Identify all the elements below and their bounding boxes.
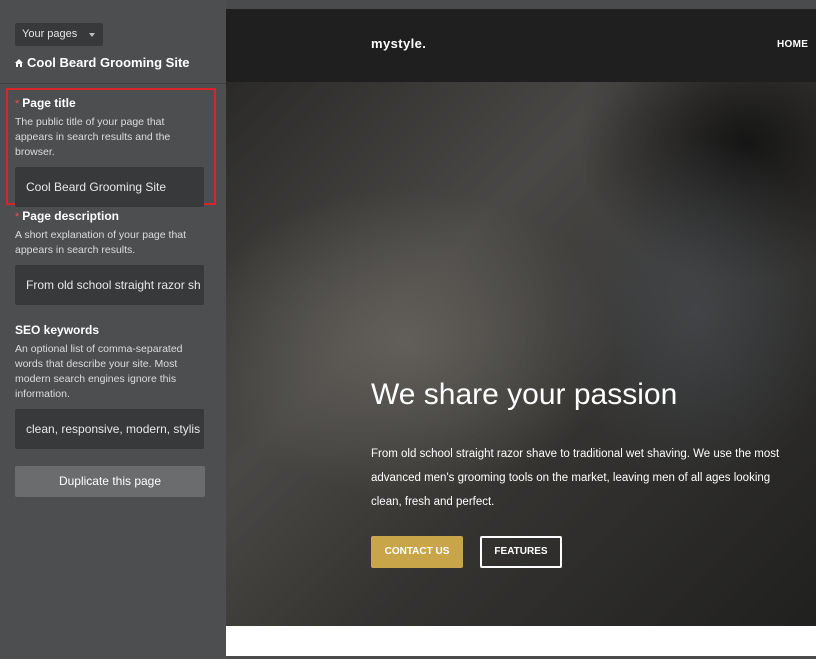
page-title-input[interactable]: Cool Beard Grooming Site bbox=[15, 167, 204, 207]
required-marker: * bbox=[15, 211, 20, 223]
preview-bottom-strip bbox=[226, 626, 816, 656]
hero-title: We share your passion bbox=[371, 378, 678, 411]
divider bbox=[0, 83, 226, 84]
seo-keywords-field: SEO keywords An optional list of comma-s… bbox=[15, 323, 205, 449]
hero-text: From old school straight razor shave to … bbox=[371, 448, 780, 508]
nav-home-link[interactable]: HOME bbox=[777, 39, 808, 50]
brand-logo[interactable]: mystyle. bbox=[371, 36, 426, 51]
contact-us-button[interactable]: CONTACT US bbox=[371, 536, 463, 568]
page-description-description: A short explanation of your page that ap… bbox=[15, 229, 187, 256]
seo-keywords-description: An optional list of comma-separated word… bbox=[15, 343, 183, 400]
page-settings-sidebar: Your pages Cool Beard Grooming Site * Pag… bbox=[0, 0, 226, 659]
site-title-text: Cool Beard Grooming Site bbox=[27, 55, 190, 70]
required-marker: * bbox=[15, 98, 20, 110]
seo-keywords-label: SEO keywords bbox=[15, 323, 100, 337]
features-button[interactable]: FEATURES bbox=[480, 536, 562, 568]
page-description-field: * Page description A short explanation of… bbox=[15, 209, 205, 305]
preview-navbar: mystyle. HOME bbox=[226, 9, 816, 82]
chevron-down-icon bbox=[89, 33, 95, 37]
page-description-label: * Page description bbox=[15, 209, 119, 223]
page-title-description: The public title of your page that appea… bbox=[15, 116, 171, 158]
page-title-label: * Page title bbox=[15, 96, 76, 110]
hero-section: We share your passion From old school st… bbox=[226, 82, 816, 626]
site-preview: mystyle. HOME We share your passion From… bbox=[226, 9, 816, 656]
page-description-input[interactable]: From old school straight razor sh bbox=[15, 265, 204, 305]
site-title: Cool Beard Grooming Site bbox=[15, 55, 190, 70]
home-icon bbox=[15, 58, 23, 67]
pages-dropdown-label: Your pages bbox=[22, 28, 78, 40]
seo-keywords-input[interactable]: clean, responsive, modern, stylis bbox=[15, 409, 204, 449]
pages-dropdown[interactable]: Your pages bbox=[15, 23, 103, 46]
duplicate-page-button[interactable]: Duplicate this page bbox=[15, 466, 205, 497]
page-title-field: * Page title The public title of your pag… bbox=[15, 96, 205, 207]
